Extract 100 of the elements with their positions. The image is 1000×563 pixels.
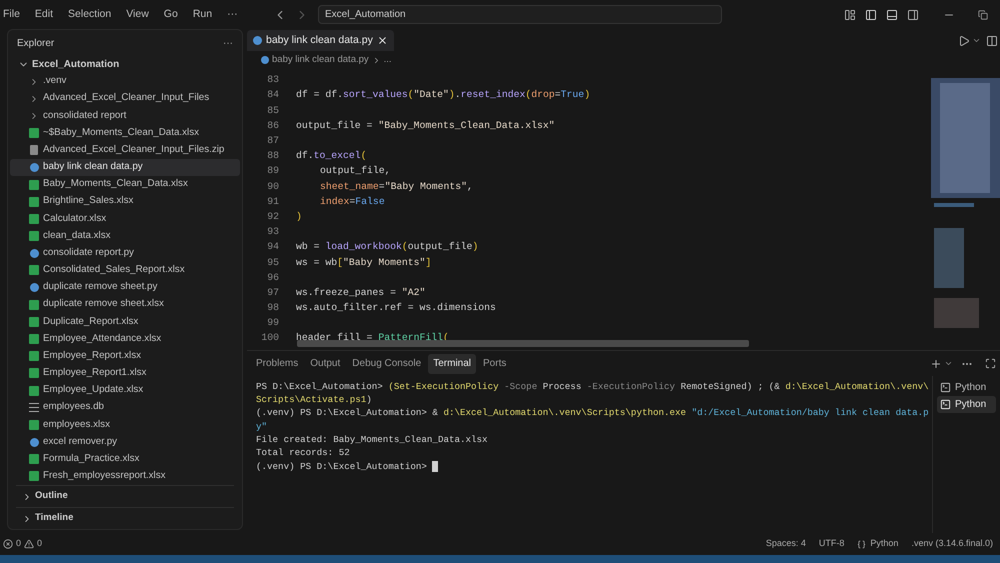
horizontal-scrollbar[interactable] [297,340,749,347]
line-number: 98 [266,301,279,316]
explorer-row[interactable]: duplicate remove sheet.xlsx [10,296,240,314]
more-actions-button[interactable]: ··· [223,36,233,52]
code-line: sheet_name="Baby Moments", [320,180,473,194]
section-header[interactable]: Timeline [16,507,234,530]
archive-icon [30,145,38,156]
panel-tab[interactable]: Problems [251,354,304,374]
terminal-icon [940,399,951,410]
line-number: 91 [266,194,279,209]
status-item[interactable]: UTF-8 [818,537,844,551]
sidebar-toggle-icon[interactable] [865,8,877,20]
explorer-row[interactable]: Employee_Report.xlsx [10,348,240,365]
explorer-row[interactable]: excel remover.py [10,434,240,451]
command-center-field[interactable]: Excel_Automation [318,5,722,24]
explorer-row[interactable]: Formula_Practice.xlsx [10,450,240,468]
panel-tab[interactable]: Debug Console [347,354,426,374]
restore-icon[interactable] [978,10,988,20]
line-number: 86 [266,118,279,133]
error-icon [3,539,13,549]
breadcrumb-file[interactable]: baby link clean data.py [272,52,369,68]
spreadsheet-icon [29,231,39,242]
code-line: df.to_excel( [296,149,367,164]
explorer-row[interactable]: clean_data.xlsx [10,228,240,245]
terminal-list-item[interactable]: Python [937,379,996,396]
spreadsheet-icon [29,386,39,396]
lines-icon [29,403,39,412]
explorer-row[interactable]: employees.xlsx [10,416,240,434]
spreadsheet-icon [29,196,39,207]
terminal-list-item[interactable]: Python [937,396,996,413]
terminal-icon [940,382,951,393]
folder-row[interactable]: consolidated report [10,107,240,124]
explorer-row[interactable]: duplicate remove sheet.py [10,279,240,296]
terminal-line: y" [256,420,268,434]
split-editor-icon[interactable] [986,34,998,46]
menu-item[interactable]: Edit [34,6,54,22]
line-number: 89 [266,164,279,178]
explorer-title: Explorer [17,37,54,52]
explorer-row[interactable]: Fresh_employessreport.xlsx [10,468,240,486]
terminal-line: Total records: 52 [256,446,350,460]
line-number: 97 [266,286,279,300]
menu-item[interactable]: File [3,6,20,22]
menu-item[interactable]: Go [164,6,178,22]
layout-icon[interactable] [844,8,856,20]
explorer-row[interactable]: Duplicate_Report.xlsx [10,313,240,331]
explorer-row[interactable]: ~$Baby_Moments_Clean_Data.xlsx [10,124,240,142]
explorer-row[interactable]: Baby_Moments_Clean_Data.xlsx [10,176,240,194]
spreadsheet-icon [29,316,39,327]
menu-item[interactable]: Selection [68,6,112,22]
menu-item[interactable]: ··· [227,6,238,22]
line-number: 90 [266,180,279,194]
explorer-row[interactable]: Employee_Attendance.xlsx [10,330,240,348]
code-line: output_file, [320,164,391,178]
status-item[interactable]: Spaces: 4 [766,537,806,551]
run-icon[interactable] [958,34,970,46]
spreadsheet-icon [29,214,39,224]
spreadsheet-icon [29,300,39,310]
code-line: df = df.sort_values("Date").reset_index(drop=True) [296,88,590,102]
editor-tab[interactable]: baby link clean data.py [247,30,394,51]
explorer-row[interactable]: Employee_Report1.xlsx [10,364,240,382]
status-item[interactable]: .venv (3.14.6.final.0) [911,537,993,551]
explorer-row[interactable]: consolidate report.py [10,244,240,262]
line-number: 96 [266,270,279,285]
terminal-line: (.venv) PS D:\Excel_Automation> & d:\Excel_Automation\.venv\Scripts\python.exe "d:/Excel_Automation/baby link clean data.p [256,406,929,420]
line-number: 85 [266,104,279,118]
python-icon [30,162,38,172]
folder-row[interactable]: .venv [10,72,240,90]
panel-tab[interactable]: Terminal [428,354,476,374]
section-header[interactable]: Outline [16,485,234,508]
menu-item[interactable]: Run [192,6,212,22]
explorer-row[interactable]: employees.db [10,399,240,416]
new-terminal-icon[interactable] [930,358,942,370]
chevron-down-icon[interactable] [944,359,953,368]
maximize-icon[interactable] [985,358,996,369]
line-number: 95 [266,256,279,270]
warning-icon [24,539,34,549]
explorer-row[interactable]: baby link clean data.py [10,158,240,176]
breadcrumb-more[interactable]: ... [384,52,392,68]
status-item[interactable]: Python [857,537,898,551]
explorer-row[interactable]: Employee_Update.xlsx [10,382,240,400]
panel-toggle-icon[interactable] [886,8,898,20]
terminal-cursor [432,460,438,472]
folder-row[interactable]: Advanced_Excel_Cleaner_Input_Files [10,90,240,108]
explorer-row[interactable]: Advanced_Excel_Cleaner_Input_Files.zip [10,142,240,159]
menu-item[interactable]: View [126,6,149,22]
close-icon[interactable] [376,35,388,46]
secondary-sidebar-icon[interactable] [907,8,919,20]
code-line: index=False [320,194,385,209]
terminal-line: Scripts\Activate.ps1) [256,393,372,407]
explorer-row[interactable]: Brightline_Sales.xlsx [10,193,240,210]
panel-tab[interactable]: Ports [478,354,512,374]
line-number: 93 [266,225,279,240]
chevron-down-icon[interactable] [972,36,981,45]
root-folder-item[interactable]: Excel_Automation [8,56,242,73]
explorer-row[interactable]: Calculator.xlsx [10,210,240,228]
panel-tab[interactable]: Output [305,354,346,374]
problems-status[interactable]: 0 0 [3,537,42,551]
code-line: ws = wb["Baby Moments"] [296,256,432,270]
explorer-row[interactable]: Consolidated_Sales_Report.xlsx [10,262,240,280]
python-icon [30,248,38,258]
